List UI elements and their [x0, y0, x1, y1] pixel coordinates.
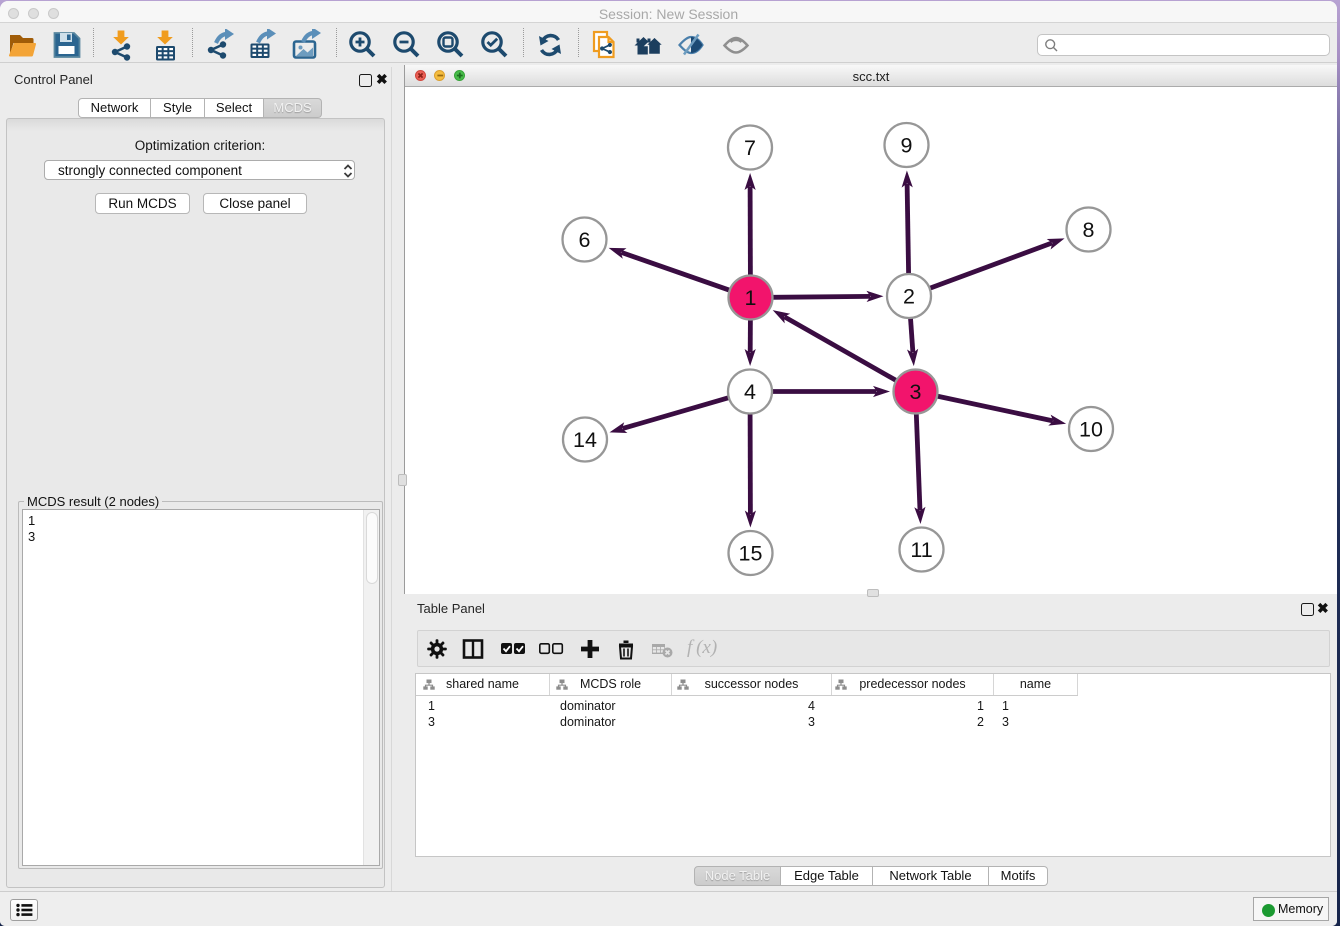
svg-text:15: 15 — [739, 542, 763, 566]
svg-text:7: 7 — [744, 136, 756, 160]
svg-text:14: 14 — [573, 428, 597, 452]
svg-text:1: 1 — [745, 286, 757, 310]
svg-text:11: 11 — [910, 538, 932, 562]
svg-text:2: 2 — [903, 285, 915, 309]
svg-text:4: 4 — [744, 380, 756, 404]
svg-text:3: 3 — [910, 380, 922, 404]
svg-text:9: 9 — [901, 134, 913, 158]
svg-text:8: 8 — [1083, 218, 1095, 242]
svg-text:10: 10 — [1079, 418, 1103, 442]
svg-text:6: 6 — [579, 228, 591, 252]
